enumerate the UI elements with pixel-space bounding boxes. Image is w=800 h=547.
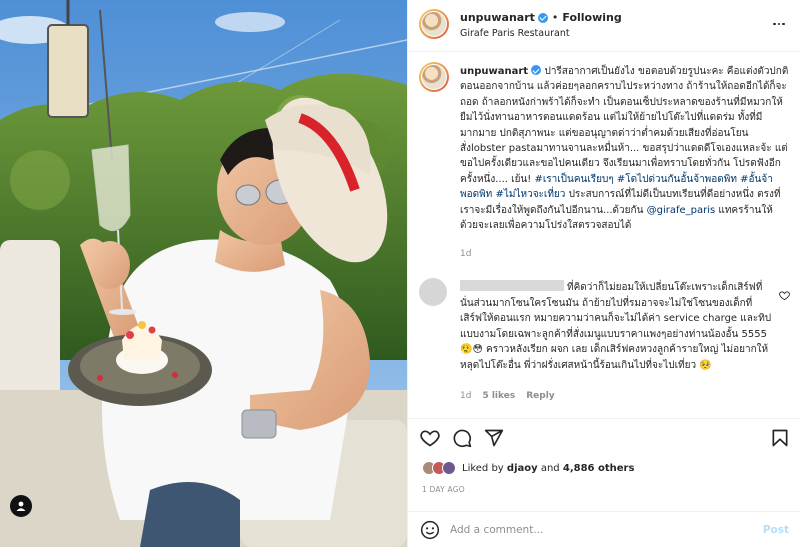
user-tag-button[interactable]	[10, 495, 32, 517]
likes-prefix: Liked by	[462, 462, 504, 474]
save-button[interactable]	[769, 427, 791, 449]
more-dot	[782, 22, 785, 26]
post-date[interactable]: 1 DAY AGO	[422, 485, 465, 494]
comment-meta: 1d 5 likes Reply	[460, 391, 555, 401]
photo-illustration	[0, 0, 407, 547]
more-dot	[777, 22, 781, 26]
caption-timestamp[interactable]: 1d	[460, 249, 471, 259]
separator-dot: •	[551, 11, 559, 24]
like-button[interactable]	[419, 427, 441, 449]
emoji-icon	[420, 520, 440, 540]
verified-badge-icon	[531, 65, 542, 75]
instagram-post-window: unpuwanart • Following Girafe Paris Rest…	[0, 0, 800, 547]
caption-mention[interactable]: @girafe_paris	[647, 205, 716, 216]
liker-avatar	[442, 461, 456, 475]
likes-count[interactable]: 4,886 others	[563, 463, 635, 474]
following-button[interactable]: Following	[562, 11, 621, 24]
liker-avatars	[422, 461, 456, 475]
comment-text: ที่คิดว่าก็ไม่ยอมให้เปลี่ยนโต๊ะเพราะเด็ก…	[460, 282, 772, 371]
post-side-panel: unpuwanart • Following Girafe Paris Rest…	[407, 0, 800, 547]
bookmark-icon	[772, 429, 788, 447]
emoji-button[interactable]	[420, 520, 440, 540]
commenter-username-redacted[interactable]	[460, 280, 564, 291]
more-dot	[773, 22, 776, 26]
author-avatar[interactable]	[419, 9, 449, 39]
likes-mid: and	[540, 462, 560, 474]
post-photo[interactable]	[0, 0, 407, 547]
share-button[interactable]	[483, 427, 505, 449]
post-location[interactable]: Girafe Paris Restaurant	[460, 28, 570, 39]
caption-author-avatar[interactable]	[419, 62, 449, 92]
comment-button[interactable]	[451, 427, 473, 449]
comment-icon	[453, 429, 472, 448]
comment-likes-count[interactable]: 5 likes	[482, 391, 515, 401]
author-username[interactable]: unpuwanart	[460, 11, 535, 24]
comments-scroll-area[interactable]: unpuwanart ปารีสอากาศเป็นยังไง ขอตอบด้วย…	[408, 52, 800, 418]
add-comment-bar: Post	[408, 511, 800, 547]
likes-summary[interactable]: Liked by djaoy and 4,886 others	[422, 461, 634, 475]
comment-reply-button[interactable]: Reply	[526, 391, 554, 401]
commenter-avatar[interactable]	[419, 278, 447, 306]
user-tag-icon	[16, 501, 26, 511]
post-comment-button[interactable]: Post	[763, 524, 789, 536]
comment-like-button[interactable]	[779, 286, 790, 301]
verified-badge-icon	[537, 12, 548, 23]
caption-username[interactable]: unpuwanart	[460, 66, 528, 77]
add-comment-input[interactable]	[450, 520, 730, 540]
comment-body: ที่คิดว่าก็ไม่ยอมให้เปลี่ยนโต๊ะเพราะเด็ก…	[460, 280, 772, 374]
post-header: unpuwanart • Following Girafe Paris Rest…	[408, 0, 800, 52]
heart-icon	[779, 291, 790, 301]
author-line: unpuwanart • Following	[460, 11, 622, 24]
more-options-icon[interactable]	[771, 16, 787, 32]
post-actions: Liked by djaoy and 4,886 others 1 DAY AG…	[408, 418, 800, 547]
caption-text-1: ปารีสอากาศเป็นยังไง ขอตอบด้วยรูปนะคะ คือ…	[460, 66, 789, 185]
heart-icon	[420, 430, 440, 447]
avatar-image	[422, 12, 446, 36]
share-icon	[484, 429, 504, 447]
avatar-image	[422, 65, 446, 89]
post-caption: unpuwanart ปารีสอากาศเป็นยังไง ขอตอบด้วย…	[460, 64, 790, 233]
liker-username[interactable]: djaoy	[507, 463, 538, 474]
comment-timestamp[interactable]: 1d	[460, 391, 471, 401]
